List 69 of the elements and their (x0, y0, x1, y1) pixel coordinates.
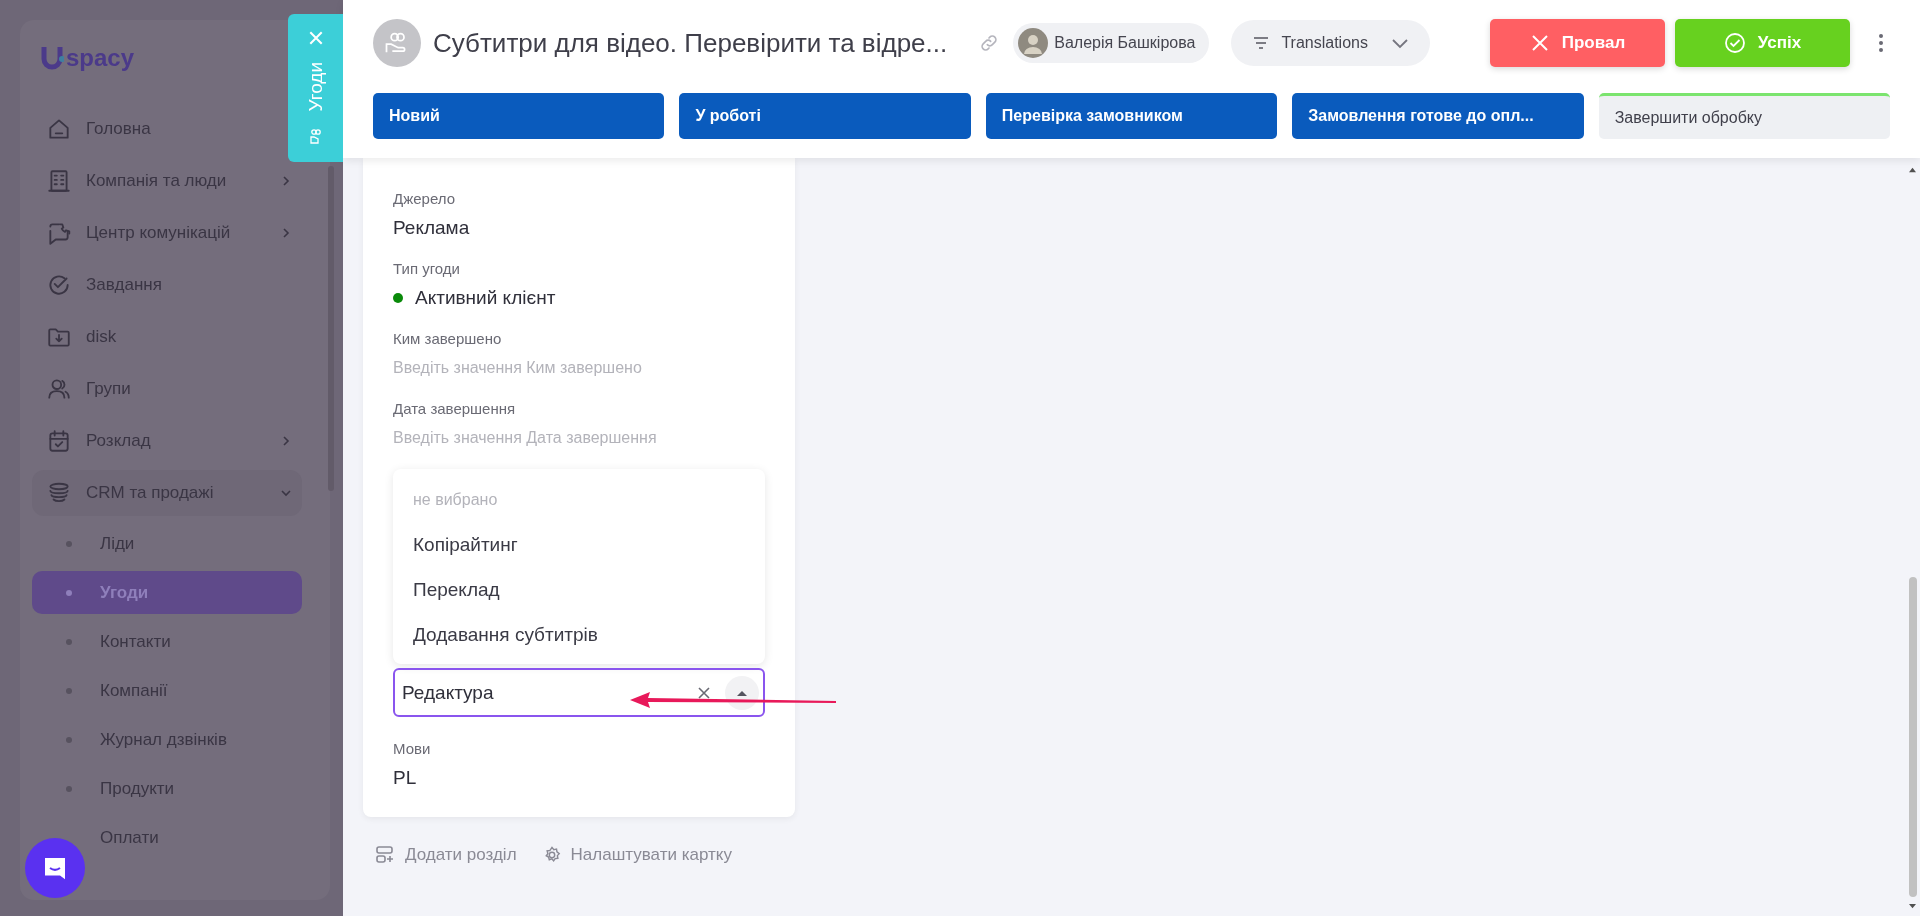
card-settings-button[interactable]: Налаштувати картку (542, 845, 732, 865)
building-icon (46, 168, 72, 194)
clear-icon[interactable] (697, 685, 711, 700)
sidebar-item[interactable]: Головна (32, 106, 161, 152)
field-label: Ким завершено (393, 329, 503, 349)
entity-tab-label: Угоди (304, 62, 327, 112)
toggle-button[interactable] (725, 675, 759, 710)
sidebar-subitem[interactable]: Ліди (100, 533, 135, 554)
deal-title: Субтитри для відео. Перевірити та відре... (433, 27, 948, 59)
field-label: Джерело (393, 189, 456, 209)
fail-button[interactable]: Провал (1489, 19, 1665, 67)
sidebar-subitem[interactable]: Продукти (100, 778, 175, 799)
dropdown-option[interactable]: Копірайтинг (393, 522, 765, 567)
sidebar-subitem[interactable]: Контакти (100, 631, 171, 652)
add-section-button[interactable]: Додати розділ (375, 845, 517, 865)
scroll-down-icon[interactable] (1908, 903, 1917, 910)
logo-icon (40, 45, 64, 71)
sidebar-subitem[interactable]: Оплати (100, 827, 159, 848)
stage-button[interactable]: Перевірка замовником (985, 93, 1278, 139)
chevron-right-icon (280, 435, 292, 447)
bullet-icon (66, 736, 72, 743)
stage-button[interactable]: Завершити обробку (1598, 93, 1891, 139)
field-value: PL (393, 767, 417, 789)
value-field[interactable]: Введіть значення Ким завершено (393, 355, 765, 381)
success-button[interactable]: Успіх (1674, 19, 1850, 67)
bullet-icon (66, 638, 72, 645)
value-field[interactable]: Введіть значення Дата завершення (393, 425, 765, 451)
bullet-icon (66, 785, 72, 792)
chevron-right-icon (280, 227, 292, 239)
sidebar-item[interactable]: Завдання (32, 262, 172, 308)
sidebar-item[interactable]: Центр комунікацій (32, 210, 302, 256)
field-value: Активний клієнт (415, 287, 556, 309)
sidebar-subitem[interactable]: Журнал дзвінків (100, 729, 227, 750)
sidebar-subitem[interactable]: Компанії (100, 680, 168, 701)
hand-coins-icon (307, 128, 324, 144)
close-icon (1529, 33, 1550, 53)
sidebar-item[interactable]: Групи (32, 366, 141, 412)
dropdown-option[interactable]: Додавання субтитрів (393, 612, 765, 657)
entity-tab[interactable]: Угоди (288, 14, 343, 162)
scrollbar-thumb[interactable] (1908, 577, 1917, 897)
scroll-up-icon[interactable] (1908, 166, 1917, 173)
close-icon (307, 30, 324, 46)
field-label: Мови (393, 739, 432, 759)
dropdown-option[interactable]: Переклад (393, 567, 765, 612)
pipeline-select[interactable]: Translations (1231, 20, 1430, 66)
add-section-icon (375, 845, 395, 865)
chevron-down-icon (280, 487, 292, 499)
people-icon (46, 376, 72, 402)
responsible-chip[interactable]: Валерія Башкірова (1013, 23, 1210, 63)
chat-phone-icon (46, 220, 72, 246)
field-value: Реклама (393, 217, 470, 239)
field-label: Тип угоди (393, 259, 461, 279)
dropdown-option[interactable]: не вибрано (393, 477, 765, 522)
check-circle-icon (1723, 32, 1746, 54)
bullet-icon (66, 540, 72, 547)
stage-button[interactable]: Замовлення готове до опл... (1292, 93, 1584, 139)
stage-button[interactable]: Новий (373, 93, 665, 139)
chevron-right-icon (280, 175, 292, 187)
sidebar-item[interactable]: disk (32, 314, 127, 360)
check-circle-icon (46, 272, 72, 298)
stage-button[interactable]: У роботі (679, 93, 971, 139)
more-icon[interactable] (1877, 33, 1884, 53)
calendar-icon (46, 428, 72, 454)
sidebar-item[interactable]: Розклад (32, 418, 302, 464)
field-label: Дата завершення (393, 399, 517, 419)
caret-up-icon (736, 688, 748, 697)
avatar (1018, 28, 1049, 58)
bullet-icon (66, 589, 72, 596)
bullet-icon (66, 687, 72, 694)
